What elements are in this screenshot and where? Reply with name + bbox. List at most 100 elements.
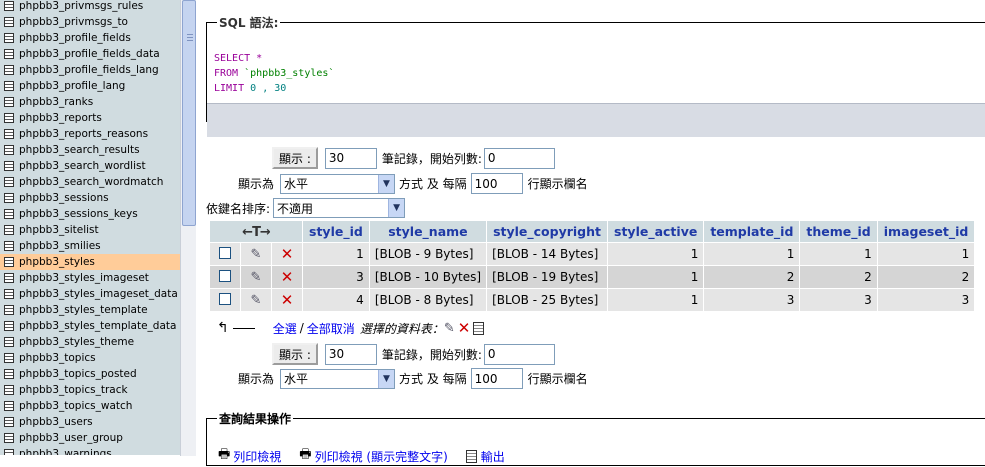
cell-style-name[interactable]: [BLOB - 10 Bytes] (369, 266, 487, 288)
export-link[interactable]: 輸出 (481, 448, 505, 465)
check-all-link[interactable]: 全選 (273, 320, 297, 337)
sidebar-item-table[interactable]: phpbb3_sitelist (0, 222, 180, 238)
sidebar-item-table[interactable]: phpbb3_profile_fields_data (0, 46, 180, 62)
sidebar-item-table[interactable]: phpbb3_styles_template_data (0, 318, 180, 334)
sidebar-item-table[interactable]: phpbb3_styles_imageset_data (0, 286, 180, 302)
sort-select[interactable]: 不適用 ▼ (273, 198, 406, 218)
table-icon[interactable] (4, 273, 14, 283)
sidebar-item-label[interactable]: phpbb3_profile_fields_data (19, 46, 160, 62)
sidebar-item-table[interactable]: phpbb3_privmsgs_rules (0, 0, 180, 14)
print-view-full-link[interactable]: 列印檢視 (顯示完整文字) (315, 448, 448, 465)
table-icon[interactable] (4, 449, 14, 455)
table-icon[interactable] (4, 321, 14, 331)
sidebar-item-label[interactable]: phpbb3_styles_template (19, 302, 148, 318)
sidebar-item-table[interactable]: phpbb3_search_wordmatch (0, 174, 180, 190)
delete-selected-x-icon[interactable]: ✕ (458, 319, 471, 337)
sidebar-item-label[interactable]: phpbb3_styles_imageset (19, 270, 149, 286)
table-icon[interactable] (4, 385, 14, 395)
sidebar-item-label[interactable]: phpbb3_smilies (19, 238, 101, 254)
sidebar-item-label[interactable]: phpbb3_privmsgs_to (19, 14, 128, 30)
table-icon[interactable] (4, 33, 14, 43)
column-order-arrows-icon[interactable]: ←T→ (242, 225, 271, 240)
row-checkbox[interactable] (219, 269, 231, 282)
sidebar-item-label[interactable]: phpbb3_warnings (19, 446, 112, 455)
display-mode-select-bottom[interactable]: 水平 ▼ (280, 368, 396, 389)
table-icon[interactable] (4, 193, 14, 203)
sidebar-item-label[interactable]: phpbb3_search_wordlist (19, 158, 146, 174)
sidebar-item-label[interactable]: phpbb3_styles_imageset_data (19, 286, 178, 302)
sidebar-item-label[interactable]: phpbb3_sitelist (19, 222, 99, 238)
sidebar-item-table[interactable]: phpbb3_smilies (0, 238, 180, 254)
table-icon[interactable] (4, 129, 14, 139)
sidebar-item-label[interactable]: phpbb3_privmsgs_rules (19, 0, 143, 14)
sidebar-item-table[interactable]: phpbb3_privmsgs_to (0, 14, 180, 30)
table-icon[interactable] (4, 177, 14, 187)
sidebar-item-label[interactable]: phpbb3_topics_watch (19, 398, 132, 414)
col-style-copyright[interactable]: style_copyright (487, 221, 608, 242)
table-icon[interactable] (4, 289, 14, 299)
sidebar-item-table[interactable]: phpbb3_warnings (0, 446, 180, 455)
sidebar-item-table[interactable]: phpbb3_topics_posted (0, 366, 180, 382)
cell-style-copyright[interactable]: [BLOB - 19 Bytes] (487, 266, 608, 288)
table-icon[interactable] (4, 353, 14, 363)
table-icon[interactable] (4, 17, 14, 27)
sidebar-item-label[interactable]: phpbb3_ranks (19, 94, 93, 110)
sidebar-item-table[interactable]: phpbb3_topics_watch (0, 398, 180, 414)
table-icon[interactable] (4, 1, 14, 11)
col-imageset-id[interactable]: imageset_id (877, 221, 975, 242)
table-icon[interactable] (4, 209, 14, 219)
sidebar-item-label[interactable]: phpbb3_profile_lang (19, 78, 125, 94)
table-icon[interactable] (4, 65, 14, 75)
scrollbar-thumb[interactable] (182, 0, 196, 226)
sidebar-item-table[interactable]: phpbb3_user_group (0, 430, 180, 446)
start-row-input-top[interactable]: 0 (483, 147, 555, 169)
table-icon[interactable] (4, 305, 14, 315)
sidebar-item-table[interactable]: phpbb3_profile_fields (0, 30, 180, 46)
row-checkbox[interactable] (219, 292, 231, 305)
sidebar-item-label[interactable]: phpbb3_users (19, 414, 93, 430)
sidebar-item-table[interactable]: phpbb3_reports (0, 110, 180, 126)
sidebar-item-label[interactable]: phpbb3_search_results (19, 142, 140, 158)
sidebar-scrollbar[interactable] (180, 0, 196, 456)
print-view-link[interactable]: 列印檢視 (233, 448, 281, 465)
table-icon[interactable] (4, 369, 14, 379)
table-icon[interactable] (4, 241, 14, 251)
table-icon[interactable] (4, 113, 14, 123)
table-icon[interactable] (4, 225, 14, 235)
table-icon[interactable] (4, 81, 14, 91)
col-style-active[interactable]: style_active (608, 221, 704, 242)
sidebar-item-table[interactable]: phpbb3_reports_reasons (0, 126, 180, 142)
sidebar-item-table[interactable]: phpbb3_search_results (0, 142, 180, 158)
sidebar-item-table[interactable]: phpbb3_styles_theme (0, 334, 180, 350)
show-button-top[interactable]: 顯示 : (272, 147, 318, 169)
sidebar-item-label[interactable]: phpbb3_sessions_keys (19, 206, 138, 222)
sidebar-item-label[interactable]: phpbb3_profile_fields_lang (19, 62, 159, 78)
sidebar-item-label[interactable]: phpbb3_topics_posted (19, 366, 137, 382)
sidebar-item-label[interactable]: phpbb3_topics (19, 350, 96, 366)
sidebar-item-table[interactable]: phpbb3_styles_imageset (0, 270, 180, 286)
repeat-headers-input-bottom[interactable]: 100 (470, 368, 523, 389)
uncheck-all-link[interactable]: 全部取消 (307, 320, 355, 337)
col-style-id[interactable]: style_id (303, 221, 369, 242)
sidebar-item-table[interactable]: phpbb3_search_wordlist (0, 158, 180, 174)
table-icon[interactable] (4, 97, 14, 107)
delete-x-icon[interactable]: ✕ (281, 291, 294, 309)
show-button-bottom[interactable]: 顯示 : (272, 343, 318, 365)
table-icon[interactable] (4, 161, 14, 171)
edit-pencil-icon[interactable]: ✎ (251, 247, 262, 262)
repeat-headers-input-top[interactable]: 100 (470, 173, 523, 194)
sidebar-item-table[interactable]: phpbb3_profile_fields_lang (0, 62, 180, 78)
col-style-name[interactable]: style_name (369, 221, 487, 242)
cell-style-name[interactable]: [BLOB - 9 Bytes] (369, 243, 487, 265)
edit-pencil-icon[interactable]: ✎ (251, 270, 262, 285)
delete-x-icon[interactable]: ✕ (281, 245, 294, 263)
export-selected-icon[interactable] (473, 321, 485, 335)
delete-x-icon[interactable]: ✕ (281, 268, 294, 286)
start-row-input-bottom[interactable]: 0 (483, 343, 555, 365)
cell-style-copyright[interactable]: [BLOB - 25 Bytes] (487, 289, 608, 311)
sidebar-item-table[interactable]: phpbb3_topics (0, 350, 180, 366)
sidebar-item-label[interactable]: phpbb3_user_group (19, 430, 123, 446)
sidebar-item-label[interactable]: phpbb3_styles_template_data (19, 318, 176, 334)
col-template-id[interactable]: template_id (704, 221, 800, 242)
sidebar-item-table[interactable]: phpbb3_profile_lang (0, 78, 180, 94)
